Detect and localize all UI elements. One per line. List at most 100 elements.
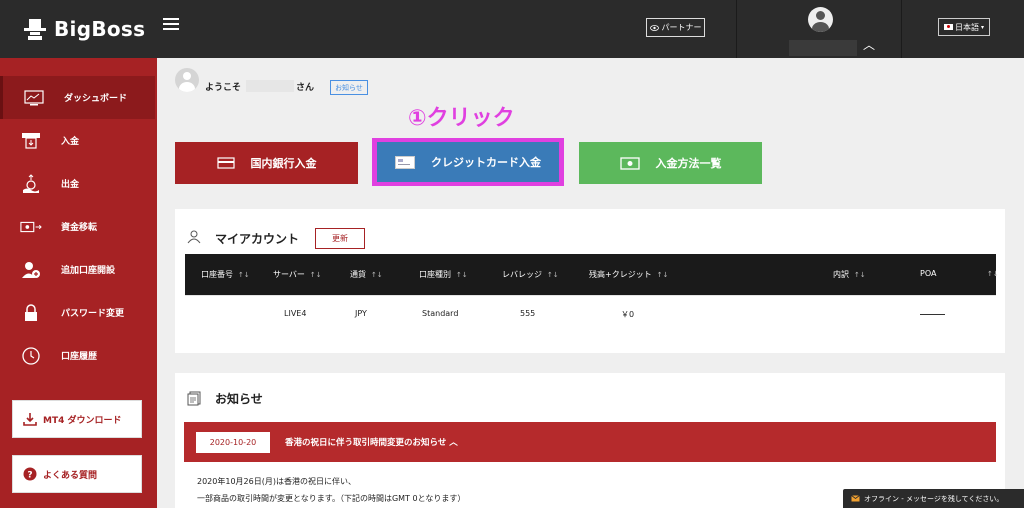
partner-label: パートナー [661,23,702,32]
cell-poa-empty [920,314,945,315]
news-item-header[interactable]: 2020-10-20 香港の祝日に伴う取引時間変更のお知らせ ︿ [184,422,996,462]
sidebar-item-dashboard[interactable]: ダッシュボード [0,76,155,119]
news-date: 2020-10-20 [196,431,270,453]
sidebar-item-add-account[interactable]: 追加口座開設 [0,248,155,291]
bank-deposit-label: 国内銀行入金 [250,157,317,170]
deposit-methods-button[interactable]: 入金方法一覧 [579,142,762,184]
welcome-avatar [175,68,199,92]
table-row-divider [185,295,996,296]
credit-card-highlight: クレジットカード入金 [372,138,564,186]
col-server[interactable]: サーバー ↑↓ [273,269,322,280]
sidebar-item-label: 資金移転 [61,223,98,233]
welcome-name-redacted [246,80,294,92]
faq-button[interactable]: ? よくある質問 [12,455,142,493]
col-poa[interactable]: POA [920,269,936,278]
user-outline-icon [187,230,201,244]
brand-name: BigBoss [54,17,146,41]
sort-icon: ↑↓ [309,271,322,279]
col-breakdown[interactable]: 内訳 ↑↓ [833,269,866,280]
user-menu[interactable]: ︿ [736,0,902,58]
news-tag[interactable]: お知らせ [330,80,368,95]
partner-button[interactable]: パートナー [646,18,705,37]
sort-icon: ↑↓ [547,271,559,279]
credit-card-deposit-label: クレジットカード入金 [431,156,541,169]
sidebar-item-label: 追加口座開設 [61,266,116,276]
refresh-button[interactable]: 更新 [315,228,365,249]
mt4-download-label: MT4 ダウンロード [43,415,122,426]
menu-toggle-icon[interactable] [163,18,179,32]
user-name-redacted [789,40,857,56]
cell-account-type: Standard [422,309,459,318]
cell-balance: ￥0 [621,310,635,319]
sidebar-item-withdraw[interactable]: 出金 [0,162,155,205]
news-body-line1: 2020年10月26日(月)は香港の祝日に伴い、 [197,477,356,486]
col-currency[interactable]: 通貨 ↑↓ [350,269,383,280]
card-icon [216,157,235,169]
sort-icon[interactable]: ↑↓ [982,269,999,278]
top-bar: BigBoss パートナー ︿ 日本語 ▾ [0,0,1024,58]
sidebar-item-deposit[interactable]: 入金 [0,119,155,162]
sidebar-item-label: パスワード変更 [61,309,125,319]
sidebar-item-label: 出金 [61,180,80,190]
news-panel: お知らせ 2020-10-20 香港の祝日に伴う取引時間変更のお知らせ ︿ 20… [175,373,1005,508]
col-leverage[interactable]: レバレッジ ↑↓ [502,269,559,280]
col-balance[interactable]: 残高+クレジット ↑↓ [589,269,668,280]
cell-currency: JPY [355,309,367,318]
sidebar-item-password[interactable]: パスワード変更 [0,291,155,334]
sort-icon: ↑↓ [456,271,468,279]
history-icon [20,346,42,366]
credit-card-icon [395,155,415,169]
deposit-icon [20,131,42,151]
chat-offline-widget[interactable]: オフライン - メッセージを残してください。 [843,489,1024,508]
my-account-panel: マイアカウント 更新 口座番号 ↑↓ サーバー ↑↓ 通貨 ↑↓ 口座種別 ↑↓ レバレ… [175,209,1005,353]
sort-icon: ↑↓ [238,271,250,279]
sort-icon: ↑↓ [656,271,669,279]
sort-icon: ↑↓ [371,271,383,279]
envelope-icon [851,495,860,502]
lock-icon [20,303,42,323]
add-account-icon [20,260,42,280]
welcome-suffix: さん [296,83,315,93]
deposit-methods-label: 入金方法一覧 [655,157,722,170]
account-table-header: 口座番号 ↑↓ サーバー ↑↓ 通貨 ↑↓ 口座種別 ↑↓ レバレッジ ↑↓ 残高+クレジ… [185,254,999,295]
user-avatar[interactable] [808,7,833,32]
credit-card-deposit-button[interactable]: クレジットカード入金 [377,142,559,182]
logo-hat-icon [24,19,46,40]
mt4-download-button[interactable]: MT4 ダウンロード [12,400,142,438]
sidebar-item-transfer[interactable]: 資金移転 [0,205,155,248]
cell-server: LIVE4 [284,309,307,318]
bank-deposit-button[interactable]: 国内銀行入金 [175,142,358,184]
sidebar: ダッシュボード 入金 出金 資金移転 追加口座開設 パスワード変更 口座履歴 M… [0,58,157,508]
sidebar-item-label: 入金 [61,137,80,147]
withdraw-icon [20,173,42,194]
chevron-up-icon[interactable]: ︿ [863,36,875,53]
offline-label: オフライン - メッセージを残してください。 [864,494,1004,503]
sidebar-item-label: ダッシュボード [64,94,128,104]
japan-flag-icon [943,24,953,30]
money-icon [619,156,640,170]
sidebar-item-history[interactable]: 口座履歴 [0,334,155,377]
news-title: お知らせ [215,392,263,406]
language-select[interactable]: 日本語 ▾ [938,18,990,36]
brand-logo[interactable]: BigBoss [22,12,145,46]
news-headline[interactable]: 香港の祝日に伴う取引時間変更のお知らせ ︿ [285,436,458,448]
question-icon: ? [23,467,37,481]
transfer-icon [20,217,42,237]
download-icon [23,413,37,426]
language-label: 日本語 [954,22,979,32]
svg-text:?: ? [27,471,32,481]
col-account-type[interactable]: 口座種別 ↑↓ [419,269,468,280]
caret-down-icon: ▾ [980,23,984,31]
document-icon [187,391,201,406]
faq-label: よくある質問 [43,470,98,481]
welcome-prefix: ようこそ [205,83,242,93]
my-account-title: マイアカウント [215,232,300,246]
dashboard-icon [23,88,45,108]
news-body-line2: 一部商品の取引時間が変更となります。（下記の時間はGMT 0となります） [197,494,466,503]
sidebar-item-label: 口座履歴 [61,352,98,362]
col-account-no[interactable]: 口座番号 ↑↓ [201,269,250,280]
click-annotation: ①クリック [408,106,515,131]
cell-leverage: 555 [520,309,536,318]
sort-icon: ↑↓ [854,271,866,279]
eye-icon [649,24,659,31]
